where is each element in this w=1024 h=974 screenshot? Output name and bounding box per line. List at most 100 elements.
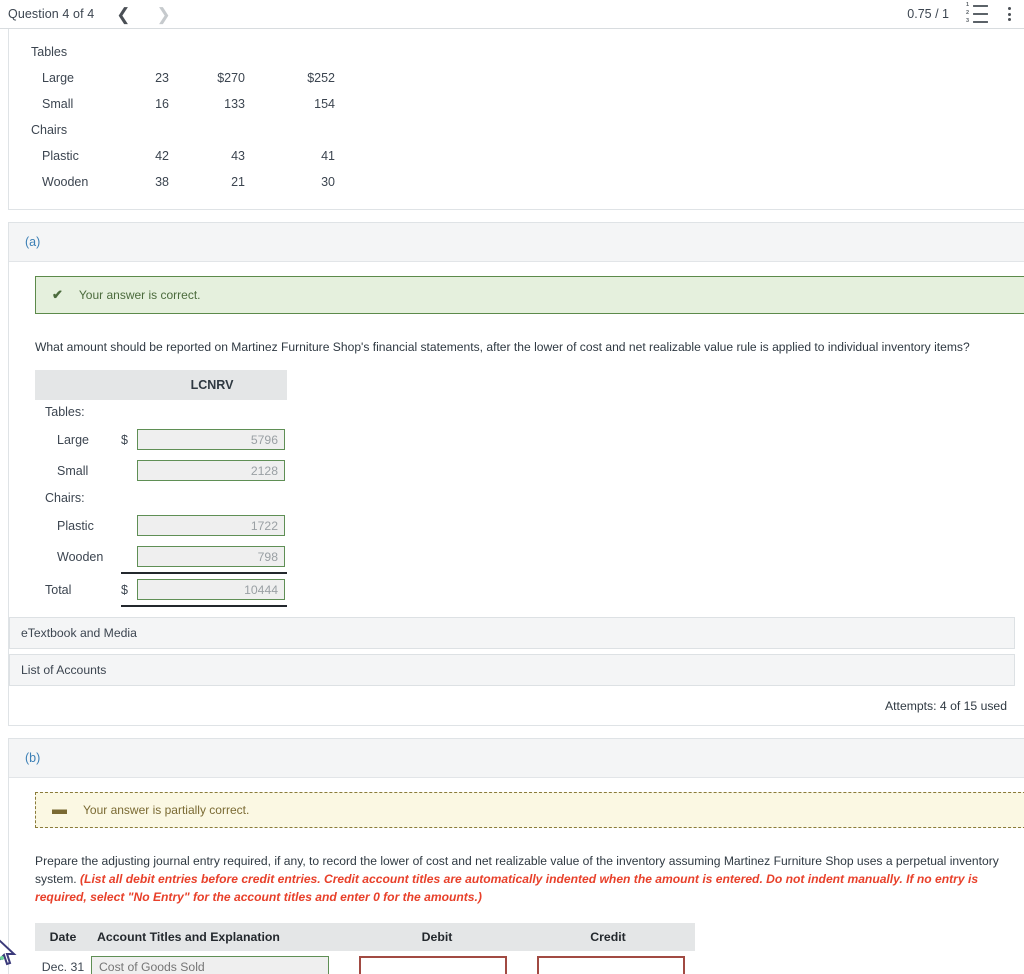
answer-correct-banner: ✔ Your answer is correct. xyxy=(35,276,1024,314)
question-navigation: ❮ ❯ xyxy=(116,6,171,23)
lcnrv-input-large[interactable] xyxy=(137,429,285,451)
journal-credit-cell xyxy=(521,951,695,974)
list-bar xyxy=(973,4,988,8)
lcnrv-input-plastic[interactable] xyxy=(137,515,285,537)
toolbar-right-group: 0.75 / 1 1 2 3 xyxy=(907,3,1014,25)
inventory-nrv: 30 xyxy=(321,175,335,189)
lcnrv-row-label: Large xyxy=(57,432,89,447)
part-b-card: (b) ▬ Your answer is partially correct. … xyxy=(8,738,1024,974)
journal-header-account: Account Titles and Explanation xyxy=(91,922,353,951)
answer-correct-text: Your answer is correct. xyxy=(78,288,201,302)
lcnrv-dollar-sign xyxy=(121,400,137,424)
table-row: Tables: xyxy=(35,400,287,424)
inventory-label: Tables xyxy=(31,45,68,59)
lcnrv-column-header: LCNRV xyxy=(137,370,287,401)
dot xyxy=(1008,12,1011,16)
lcnrv-row-label: Wooden xyxy=(57,550,104,565)
chevron-right-icon[interactable]: ❯ xyxy=(157,6,171,23)
part-b-header: (b) xyxy=(9,739,1024,779)
lcnrv-dollar-sign xyxy=(121,486,137,510)
lcnrv-input-cell xyxy=(137,455,287,486)
list-number-2: 2 xyxy=(966,10,970,17)
inventory-data-card: Tables Large 23 $270 $252 Small 16 133 154 Chairs… xyxy=(8,29,1024,210)
inventory-quantity: 16 xyxy=(155,97,169,111)
inventory-nrv: 154 xyxy=(314,97,335,111)
table-row: Plastic 42 43 41 xyxy=(9,143,335,169)
part-a-card: (a) ✔ Your answer is correct. What amoun… xyxy=(8,222,1024,727)
lcnrv-dollar-sign xyxy=(121,541,137,573)
inventory-nrv: $252 xyxy=(307,71,335,85)
inventory-nrv: 41 xyxy=(321,149,335,163)
inventory-cost: 21 xyxy=(231,175,245,189)
inventory-label: Chairs xyxy=(31,123,68,137)
chevron-left-icon[interactable]: ❮ xyxy=(116,6,130,23)
table-row: Large $ xyxy=(35,424,287,455)
table-row: Wooden 38 21 30 xyxy=(9,169,335,195)
lcnrv-dollar-sign xyxy=(121,510,137,541)
lcnrv-input-cell xyxy=(137,424,287,455)
answer-partially-correct-text: Your answer is partially correct. xyxy=(83,803,250,818)
lcnrv-dollar-sign: $ xyxy=(121,432,128,447)
table-row: Small 16 133 154 xyxy=(9,91,335,117)
instruction-red-text: (List all debit entries before credit en… xyxy=(35,872,979,905)
lcnrv-row-label: Small xyxy=(57,463,89,478)
numbered-list-icon[interactable]: 1 2 3 xyxy=(966,3,988,25)
vertical-dots-icon[interactable] xyxy=(1005,7,1014,21)
inventory-cost xyxy=(169,39,245,65)
etextbook-and-media-button[interactable]: eTextbook and Media xyxy=(9,617,1015,650)
inventory-label: Plastic xyxy=(42,149,79,163)
minus-icon: ▬ xyxy=(52,801,67,819)
lcnrv-spacer-header xyxy=(35,370,121,401)
lcnrv-row-label: Total xyxy=(45,582,72,597)
dot xyxy=(1008,7,1011,10)
table-row: Wooden xyxy=(35,541,287,573)
inventory-nrv xyxy=(245,117,335,143)
journal-row: Dec. 31 xyxy=(35,951,695,974)
inventory-quantity xyxy=(95,39,169,65)
table-row: Total $ xyxy=(35,572,287,608)
table-row: Large 23 $270 $252 xyxy=(9,65,335,91)
journal-header-credit: Credit xyxy=(521,922,695,951)
table-row: Chairs: xyxy=(35,486,287,510)
lcnrv-empty-cell xyxy=(137,400,287,424)
part-a-header: (a) xyxy=(9,223,1024,262)
dot xyxy=(1008,18,1011,21)
journal-header-row: Date Account Titles and Explanation Debi… xyxy=(35,922,695,951)
list-of-accounts-button[interactable]: List of Accounts xyxy=(9,654,1015,687)
table-row: Plastic xyxy=(35,510,287,541)
part-a-question-text: What amount should be reported on Martin… xyxy=(35,340,970,354)
inventory-table-wrap: Tables Large 23 $270 $252 Small 16 133 154 Chairs… xyxy=(9,29,1024,209)
attempts-counter: Attempts: 4 of 15 used xyxy=(885,699,1007,714)
lcnrv-row-label: Chairs: xyxy=(45,491,85,506)
journal-debit-input[interactable] xyxy=(359,955,507,974)
part-a-body: ✔ Your answer is correct. What amount sh… xyxy=(9,262,1024,617)
inventory-label: Small xyxy=(42,97,74,111)
inventory-cost: 133 xyxy=(224,97,245,111)
journal-credit-input[interactable] xyxy=(537,955,685,974)
inventory-cost xyxy=(169,117,245,143)
table-row: Chairs xyxy=(9,117,335,143)
lcnrv-input-small[interactable] xyxy=(137,460,285,482)
list-bar xyxy=(973,12,988,16)
journal-entry-table: Date Account Titles and Explanation Debi… xyxy=(35,922,695,974)
lcnrv-dollar-sign xyxy=(121,455,137,486)
score-display: 0.75 / 1 xyxy=(907,7,949,21)
inventory-label: Large xyxy=(42,71,74,85)
lcnrv-input-cell xyxy=(137,510,287,541)
inventory-cost: 43 xyxy=(231,149,245,163)
inventory-quantity: 42 xyxy=(155,149,169,163)
lcnrv-input-wooden[interactable] xyxy=(137,546,285,568)
lcnrv-input-cell xyxy=(137,572,287,608)
journal-account-input[interactable] xyxy=(91,955,329,974)
inventory-cost: $270 xyxy=(217,71,245,85)
list-number-1: 1 xyxy=(966,2,970,9)
journal-header-date: Date xyxy=(35,922,91,951)
lcnrv-row-label: Plastic xyxy=(57,518,94,533)
lcnrv-empty-cell xyxy=(137,486,287,510)
inventory-quantity xyxy=(95,117,169,143)
journal-header-debit: Debit xyxy=(353,922,521,951)
lcnrv-row-label: Tables: xyxy=(45,405,85,420)
lcnrv-input-total[interactable] xyxy=(137,579,285,601)
list-bar xyxy=(973,20,988,24)
lcnrv-input-cell xyxy=(137,541,287,573)
